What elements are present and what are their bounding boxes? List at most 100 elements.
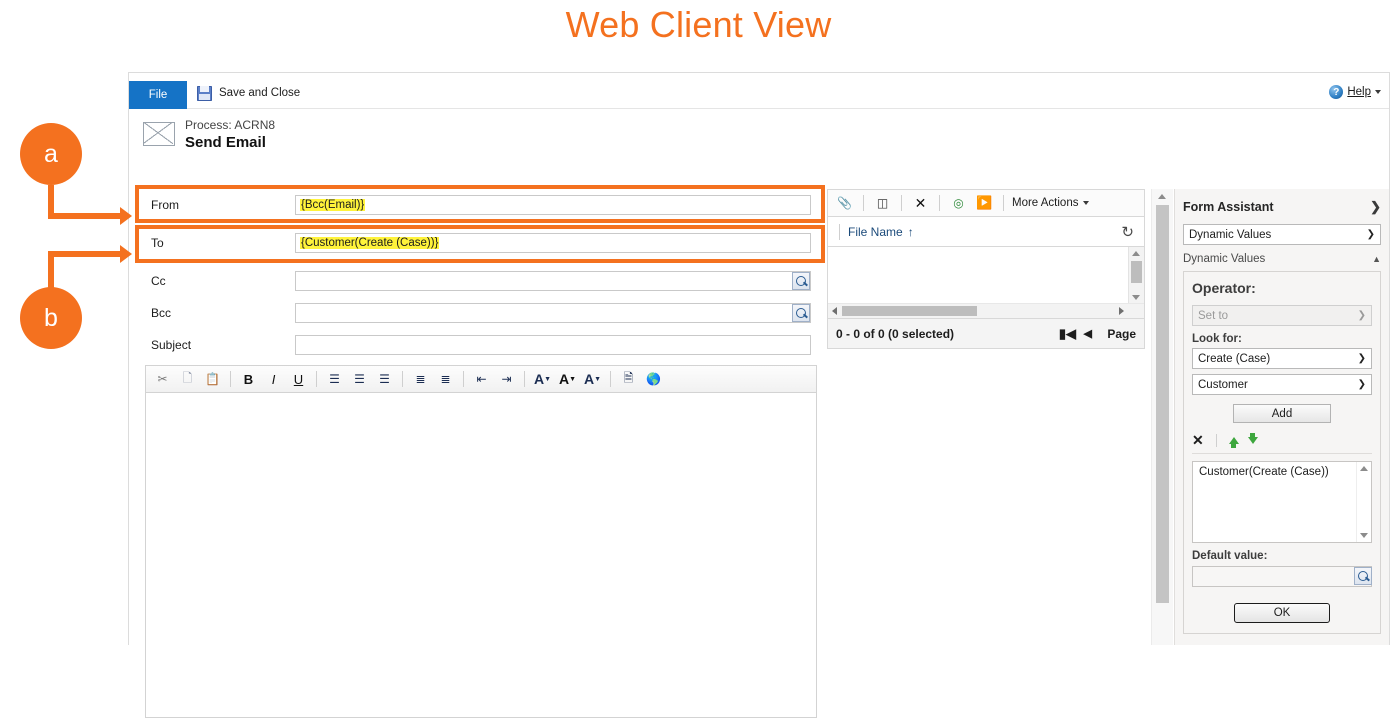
copy-icon[interactable]: 🗋 — [177, 369, 198, 390]
chevron-right-icon[interactable]: ❯ — [1370, 199, 1381, 215]
form-vertical-scrollbar[interactable] — [1151, 189, 1173, 645]
move-down-arrow-icon[interactable] — [1247, 432, 1258, 444]
cc-lookup-icon[interactable] — [792, 272, 810, 290]
look-for-field-select[interactable]: Customer ❯ — [1192, 374, 1372, 395]
operator-label: Operator: — [1192, 280, 1256, 296]
email-form: From {Bcc(Email)} To {Customer(Create (C… — [135, 185, 1277, 718]
callout-a: a — [20, 123, 82, 185]
envelope-icon — [143, 122, 175, 146]
refresh-grid-icon[interactable]: ↻ — [1121, 223, 1134, 241]
email-body-editor[interactable] — [145, 393, 817, 718]
listbox-scrollbar[interactable] — [1356, 462, 1371, 542]
bold-icon[interactable]: B — [238, 369, 259, 390]
dynamic-values-label: Dynamic Values — [1183, 253, 1266, 265]
scroll-right-icon[interactable] — [1119, 307, 1124, 315]
remove-x-icon[interactable]: ✕ — [1192, 433, 1204, 447]
default-value-label: Default value: — [1192, 550, 1268, 562]
horizontal-scroll-thumb[interactable] — [842, 306, 977, 316]
field-label-cc: Cc — [151, 274, 166, 288]
page-label: Page — [1107, 326, 1136, 341]
scroll-down-icon[interactable] — [1132, 295, 1140, 300]
toolbar-separator — [939, 195, 940, 211]
help-label: Help — [1347, 86, 1371, 98]
page-title: Web Client View — [565, 4, 832, 45]
increase-indent-icon[interactable]: ⇥ — [496, 369, 517, 390]
help-button[interactable]: ? Help — [1329, 82, 1381, 102]
operator-select[interactable]: Set to ❯ — [1192, 305, 1372, 326]
decrease-indent-icon[interactable]: ⇤ — [471, 369, 492, 390]
attach-article-icon[interactable]: ◫ — [872, 193, 893, 214]
cut-icon[interactable]: ✂ — [152, 369, 173, 390]
form-assistant-panel: Form Assistant ❯ Dynamic Values ❯ Dynami… — [1174, 189, 1389, 645]
move-up-arrow-icon[interactable] — [1228, 436, 1239, 448]
scroll-up-icon[interactable] — [1158, 194, 1166, 199]
refresh-icon[interactable]: ◎ — [948, 193, 969, 214]
file-tab[interactable]: File — [129, 81, 187, 109]
numbered-list-icon[interactable]: ≣ — [410, 369, 431, 390]
form-assistant-title: Form Assistant ❯ — [1183, 199, 1381, 215]
default-value-lookup-icon[interactable] — [1354, 567, 1372, 585]
selected-value-item[interactable]: Customer(Create (Case)) — [1199, 466, 1329, 478]
save-disk-icon — [197, 85, 212, 101]
subject-input[interactable] — [295, 335, 811, 355]
field-row-cc: Cc — [135, 265, 825, 297]
vertical-scroll-thumb[interactable] — [1131, 261, 1142, 283]
scroll-up-icon[interactable] — [1360, 466, 1368, 471]
chevron-down-icon[interactable] — [1083, 201, 1090, 205]
run-icon[interactable]: ▶️ — [974, 193, 995, 214]
column-divider — [839, 223, 840, 240]
bcc-input[interactable] — [295, 303, 811, 323]
previous-page-icon[interactable]: ◀ — [1084, 327, 1092, 340]
scroll-down-icon[interactable] — [1360, 533, 1368, 538]
attachments-column-header: File Name ↑ ↻ — [827, 217, 1145, 247]
paste-icon[interactable]: 📋 — [202, 369, 223, 390]
look-for-entity-select[interactable]: Create (Case) ❯ — [1192, 348, 1372, 369]
text-highlight-icon[interactable]: A ▼ — [532, 369, 553, 390]
form-scroll-thumb[interactable] — [1156, 205, 1169, 603]
font-color-icon[interactable]: A ▼ — [582, 369, 603, 390]
toolbar-separator — [863, 195, 864, 211]
align-left-icon[interactable]: ☰ — [324, 369, 345, 390]
insert-link-icon[interactable]: 🌎 — [643, 369, 664, 390]
sort-ascending-icon[interactable]: ↑ — [908, 225, 914, 239]
toolbar-separator — [610, 371, 611, 387]
attach-file-icon[interactable]: 📎 — [834, 193, 855, 214]
column-header-file-name[interactable]: File Name — [848, 225, 903, 239]
toolbar-separator — [230, 371, 231, 387]
bulleted-list-icon[interactable]: ≣ — [435, 369, 456, 390]
more-actions-label[interactable]: More Actions — [1012, 197, 1078, 209]
dynamic-values-section-header[interactable]: Dynamic Values ▲ — [1183, 253, 1381, 265]
default-value-text — [1193, 570, 1197, 582]
look-for-entity-value: Create (Case) — [1198, 352, 1271, 365]
align-right-icon[interactable]: ☰ — [374, 369, 395, 390]
remove-icon[interactable]: ✕ — [910, 193, 931, 214]
underline-icon[interactable]: U — [288, 369, 309, 390]
attachments-horizontal-scrollbar[interactable] — [828, 303, 1144, 318]
form-assistant-label: Form Assistant — [1183, 200, 1274, 214]
ok-button[interactable]: OK — [1234, 603, 1330, 623]
font-size-icon[interactable]: A ▼ — [557, 369, 578, 390]
first-page-icon[interactable]: ▮◀ — [1059, 326, 1076, 342]
align-center-icon[interactable]: ☰ — [349, 369, 370, 390]
scroll-up-icon[interactable] — [1132, 251, 1140, 256]
save-and-close-button[interactable]: Save and Close — [197, 82, 300, 104]
insert-template-icon[interactable]: 🗎 — [618, 369, 639, 390]
attachments-grid — [827, 247, 1145, 319]
field-row-subject: Subject — [135, 329, 825, 361]
callout-a-arrowhead — [120, 207, 132, 225]
default-value-input[interactable] — [1192, 566, 1372, 587]
assistant-type-select[interactable]: Dynamic Values ❯ — [1183, 224, 1381, 245]
cc-input[interactable] — [295, 271, 811, 291]
attachments-panel: 📎 ◫ ✕ ◎ ▶️ More Actions File Name ↑ ↻ 0 … — [827, 189, 1145, 349]
record-count-status: 0 - 0 of 0 (0 selected) — [836, 326, 955, 341]
scroll-left-icon[interactable] — [832, 307, 837, 315]
selected-values-listbox[interactable]: Customer(Create (Case)) — [1192, 461, 1372, 543]
bcc-lookup-icon[interactable] — [792, 304, 810, 322]
chevron-up-icon[interactable]: ▲ — [1372, 254, 1381, 264]
save-and-close-label: Save and Close — [219, 87, 301, 99]
add-button[interactable]: Add — [1233, 404, 1331, 423]
help-question-icon: ? — [1329, 85, 1344, 99]
callout-b-label: b — [44, 303, 58, 332]
italic-icon[interactable]: I — [263, 369, 284, 390]
chevron-down-icon — [1375, 90, 1381, 94]
